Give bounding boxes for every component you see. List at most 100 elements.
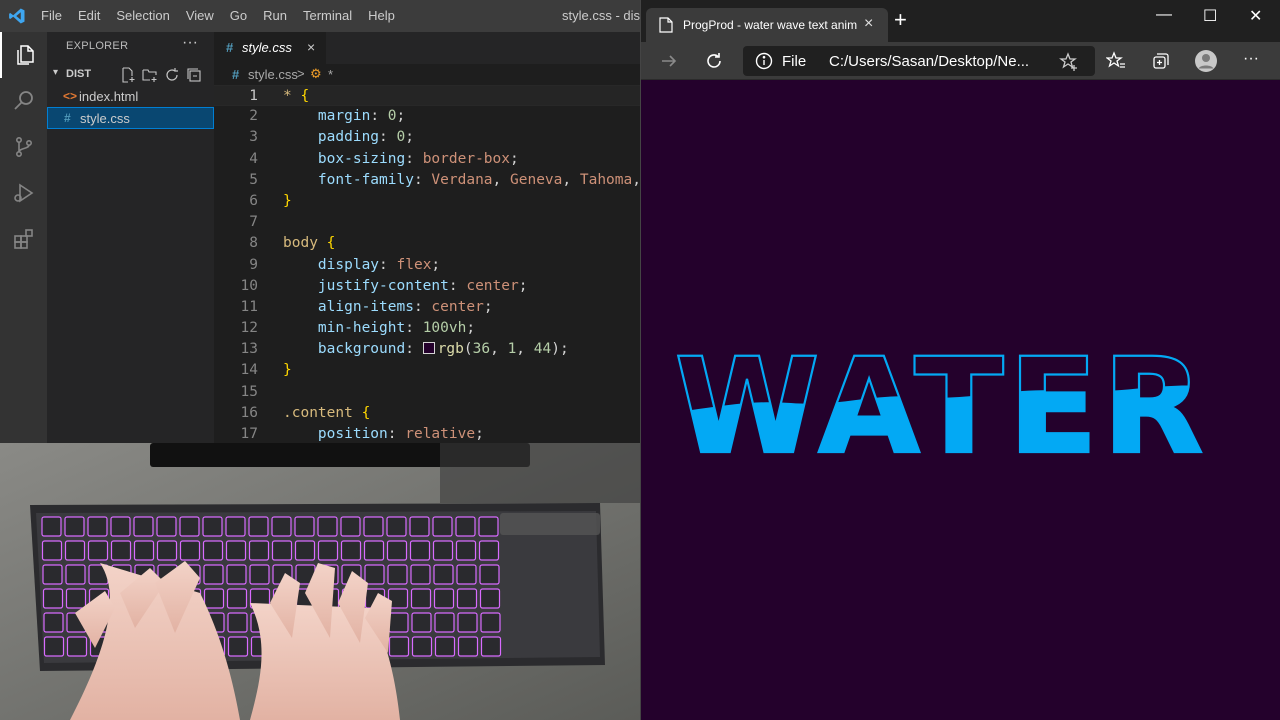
- refresh-icon[interactable]: [164, 67, 180, 83]
- menu-help[interactable]: Help: [360, 0, 403, 32]
- css-file-icon: #: [64, 111, 71, 125]
- menu-selection[interactable]: Selection: [108, 0, 177, 32]
- new-file-icon[interactable]: [120, 67, 136, 83]
- search-icon: [13, 91, 33, 110]
- code-line[interactable]: 13 background: rgb(36, 1, 44);: [214, 339, 640, 360]
- editor-tabs: # style.css ×: [214, 32, 640, 64]
- code-line[interactable]: 8 body {: [214, 233, 640, 254]
- menu-view[interactable]: View: [178, 0, 222, 32]
- code-line[interactable]: 6}: [214, 191, 640, 212]
- keyboard-key: [457, 636, 479, 657]
- webcam-overlay: [0, 443, 640, 720]
- refresh-icon[interactable]: [704, 51, 724, 71]
- tab-title: ProgProd - water wave text anim: [683, 18, 858, 32]
- code-area[interactable]: 1 * {2 margin: 0; 3 padding: 0; 4 box-sizin…: [214, 85, 640, 443]
- collections-icon[interactable]: [1151, 51, 1171, 71]
- breadcrumb-file[interactable]: style.css: [248, 67, 298, 82]
- code-line[interactable]: 15: [214, 382, 640, 403]
- keyboard-key: [110, 540, 132, 561]
- keyboard-key: [386, 540, 408, 561]
- line-text: background: rgb(36, 1, 44);: [283, 341, 569, 358]
- code-line[interactable]: 5 font-family: Verdana, Geneva, Tahoma,: [214, 170, 640, 191]
- explorer-activity[interactable]: [0, 32, 47, 78]
- keyboard-key: [133, 516, 154, 537]
- keyboard-key: [248, 540, 270, 561]
- color-swatch[interactable]: [422, 342, 435, 355]
- browser-tab[interactable]: ProgProd - water wave text anim ×: [646, 8, 888, 42]
- window-title: style.css - dis: [561, 8, 640, 23]
- line-number: 11: [240, 298, 258, 315]
- code-line[interactable]: 11 align-items: center;: [214, 297, 640, 318]
- line-text: }: [283, 192, 292, 209]
- address-url[interactable]: C:/Users/Sasan/Desktop/Ne...: [829, 53, 1029, 70]
- menu-run[interactable]: Run: [255, 0, 295, 32]
- search-activity[interactable]: [0, 78, 47, 124]
- minimize-button[interactable]: —: [1156, 6, 1172, 24]
- keyboard-key: [294, 516, 315, 537]
- line-number: 4: [249, 150, 258, 167]
- code-line[interactable]: 1 * {: [214, 85, 640, 107]
- keyboard-key: [294, 540, 316, 561]
- new-tab-button[interactable]: +: [894, 9, 907, 31]
- run-debug-activity[interactable]: [0, 170, 47, 216]
- code-line[interactable]: 14}: [214, 360, 640, 381]
- keyboard-key: [433, 564, 454, 585]
- keyboard-key: [41, 540, 63, 561]
- code-line[interactable]: 4 box-sizing: border-box;: [214, 149, 640, 170]
- extensions-activity[interactable]: [0, 216, 47, 262]
- code-line[interactable]: 7: [214, 212, 640, 233]
- keyboard-key: [387, 564, 408, 585]
- line-number: 15: [240, 383, 258, 400]
- line-text: display: flex;: [283, 256, 441, 273]
- keyboard-key: [317, 540, 339, 561]
- close-tab-icon[interactable]: ×: [864, 15, 873, 33]
- collapse-all-icon[interactable]: [186, 67, 202, 83]
- close-window-button[interactable]: ✕: [1249, 6, 1262, 26]
- keyboard-key: [364, 564, 385, 585]
- code-line[interactable]: 9 display: flex;: [214, 255, 640, 276]
- code-line[interactable]: 12 min-height: 100vh;: [214, 318, 640, 339]
- source-control-activity[interactable]: [0, 124, 47, 170]
- code-line[interactable]: 10 justify-content: center;: [214, 276, 640, 297]
- keyboard-key: [156, 516, 177, 537]
- menu-terminal[interactable]: Terminal: [295, 0, 360, 32]
- menu-edit[interactable]: Edit: [70, 0, 108, 32]
- keyboard-key: [225, 540, 247, 561]
- menu-file[interactable]: File: [33, 0, 70, 32]
- code-line[interactable]: 16 .content {: [214, 403, 640, 424]
- file-index-html[interactable]: <> index.html: [47, 86, 214, 108]
- new-folder-icon[interactable]: [142, 67, 158, 83]
- address-bar[interactable]: File C:/Users/Sasan/Desktop/Ne...: [743, 46, 1095, 76]
- keyboard-key: [87, 516, 108, 537]
- breadcrumb-symbol[interactable]: *: [328, 67, 333, 82]
- keyboard-with-hands-icon: [0, 443, 640, 720]
- code-line[interactable]: 17 position: relative;: [214, 424, 640, 443]
- code-line[interactable]: 3 padding: 0;: [214, 127, 640, 148]
- info-icon[interactable]: [755, 52, 773, 70]
- line-text: position: relative;: [283, 426, 484, 442]
- maximize-button[interactable]: ☐: [1203, 6, 1217, 26]
- menu-go[interactable]: Go: [222, 0, 255, 32]
- file-style-css[interactable]: # style.css: [47, 107, 214, 129]
- keyboard-key: [64, 516, 85, 537]
- settings-more-icon[interactable]: ···: [1243, 50, 1259, 68]
- keyboard-key: [433, 588, 455, 609]
- forward-icon[interactable]: [659, 51, 679, 71]
- profile-avatar-icon[interactable]: [1194, 49, 1218, 73]
- keyboard-key: [455, 516, 476, 537]
- keyboard-key: [386, 516, 407, 537]
- more-actions-icon[interactable]: ···: [182, 34, 198, 52]
- keyboard-key: [87, 540, 109, 561]
- keyboard-key: [225, 516, 246, 537]
- tab-style-css[interactable]: # style.css ×: [214, 32, 326, 64]
- add-favorite-icon[interactable]: [1059, 52, 1079, 72]
- keyboard-key: [179, 540, 201, 561]
- code-line[interactable]: 2 margin: 0;: [214, 106, 640, 127]
- favorites-icon[interactable]: [1106, 51, 1126, 71]
- breadcrumb: # style.css > ⚙ *: [214, 64, 640, 86]
- folder-dist[interactable]: ▾ DIST: [47, 64, 214, 86]
- line-text: * {: [283, 88, 310, 104]
- keyboard-key: [227, 612, 248, 633]
- close-icon[interactable]: ×: [307, 39, 315, 55]
- browser-window: ProgProd - water wave text anim × + — ☐ …: [640, 0, 1280, 720]
